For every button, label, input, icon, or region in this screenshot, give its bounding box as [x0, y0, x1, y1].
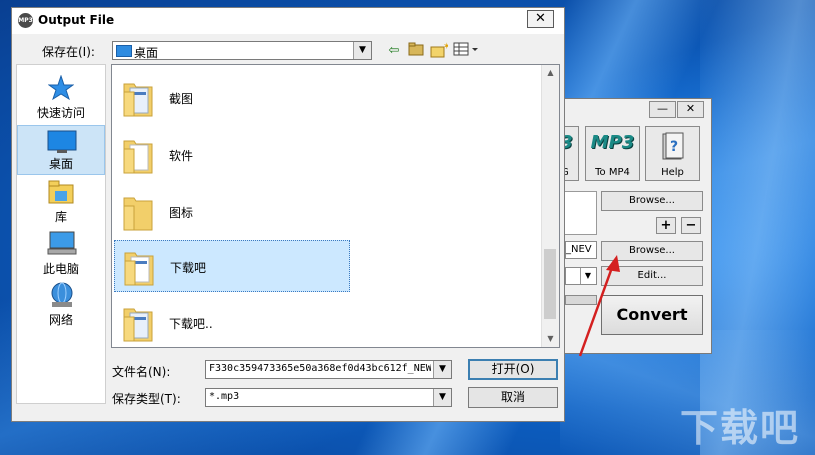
chevron-down-icon[interactable]: ▼	[353, 42, 371, 59]
file-name: 软件	[169, 149, 194, 163]
place-desktop[interactable]: 桌面	[17, 125, 105, 175]
file-name: 下载吧	[170, 261, 207, 275]
list-item[interactable]: 软件	[114, 129, 350, 181]
place-label: 此电脑	[42, 262, 79, 276]
file-name: 下载吧..	[169, 317, 213, 331]
lookin-value: 桌面	[134, 46, 159, 60]
dialog-title: Output File	[38, 13, 115, 27]
desktop-icon	[116, 45, 132, 57]
view-menu-icon[interactable]	[453, 42, 478, 59]
back-icon[interactable]: ⇦	[385, 42, 403, 59]
cancel-button[interactable]: 取消	[468, 387, 558, 408]
output-file-dialog: MP3 Output File ✕ 保存在(I): 桌面 ▼ ⇦ ✶ 快速访问 …	[11, 7, 565, 422]
folder-icon	[123, 197, 153, 231]
filetype-value: *.mp3	[209, 391, 240, 402]
place-quick-access[interactable]: 快速访问	[17, 73, 105, 123]
scroll-down-icon[interactable]: ▼	[542, 331, 559, 347]
svg-text:✶: ✶	[443, 42, 448, 52]
places-bar: 快速访问 桌面 库 此电脑 网络	[16, 64, 106, 404]
close-button[interactable]: ✕	[527, 10, 554, 28]
folder-icon	[124, 252, 154, 286]
place-library[interactable]: 库	[17, 177, 105, 227]
file-name: 截图	[169, 92, 194, 106]
place-label: 网络	[48, 313, 73, 327]
place-label: 库	[54, 210, 67, 224]
place-this-pc[interactable]: 此电脑	[17, 229, 105, 279]
filename-value: F330c359473365e50a368ef0d43bc612f_NEW	[209, 363, 431, 374]
list-item[interactable]: 截图	[114, 72, 350, 124]
place-network[interactable]: 网络	[17, 280, 105, 330]
vertical-scrollbar[interactable]: ▲ ▼	[541, 65, 559, 347]
place-label: 桌面	[48, 157, 73, 171]
dialog-titlebar: MP3 Output File ✕	[12, 8, 564, 34]
watermark: 下载吧	[680, 406, 801, 450]
place-label: 快速访问	[36, 106, 85, 120]
filename-field[interactable]: F330c359473365e50a368ef0d43bc612f_NEW ▼	[205, 360, 452, 379]
lookin-select[interactable]: 桌面 ▼	[112, 41, 372, 60]
filetype-label: 保存类型(T):	[112, 392, 181, 406]
desktop-icon	[47, 130, 77, 153]
list-item[interactable]: 下载吧	[114, 240, 350, 292]
computer-icon	[47, 231, 77, 255]
star-icon	[48, 75, 74, 101]
network-icon	[51, 282, 73, 307]
list-item[interactable]: 图标	[114, 186, 350, 238]
filetype-select[interactable]: *.mp3 ▼	[205, 388, 452, 407]
file-list[interactable]: 截图 软件 图标 下载吧 下载吧.. ▲ ▼	[111, 64, 560, 348]
scroll-up-icon[interactable]: ▲	[542, 65, 559, 81]
chevron-down-icon[interactable]: ▼	[433, 361, 451, 378]
chevron-down-icon[interactable]: ▼	[433, 389, 451, 406]
filename-label: 文件名(N):	[112, 365, 171, 379]
file-name: 图标	[169, 206, 194, 220]
open-button[interactable]: 打开(O)	[468, 359, 558, 380]
folder-icon	[123, 140, 153, 174]
new-folder-icon[interactable]: ✶	[430, 42, 451, 59]
folder-icon	[123, 308, 153, 342]
library-icon	[48, 180, 74, 204]
lookin-label: 保存在(I):	[42, 45, 95, 59]
list-item[interactable]: 下载吧..	[114, 297, 350, 347]
app-icon: MP3	[18, 13, 33, 28]
folder-icon	[123, 83, 153, 117]
scroll-thumb[interactable]	[544, 249, 556, 319]
up-folder-icon[interactable]	[407, 42, 425, 59]
